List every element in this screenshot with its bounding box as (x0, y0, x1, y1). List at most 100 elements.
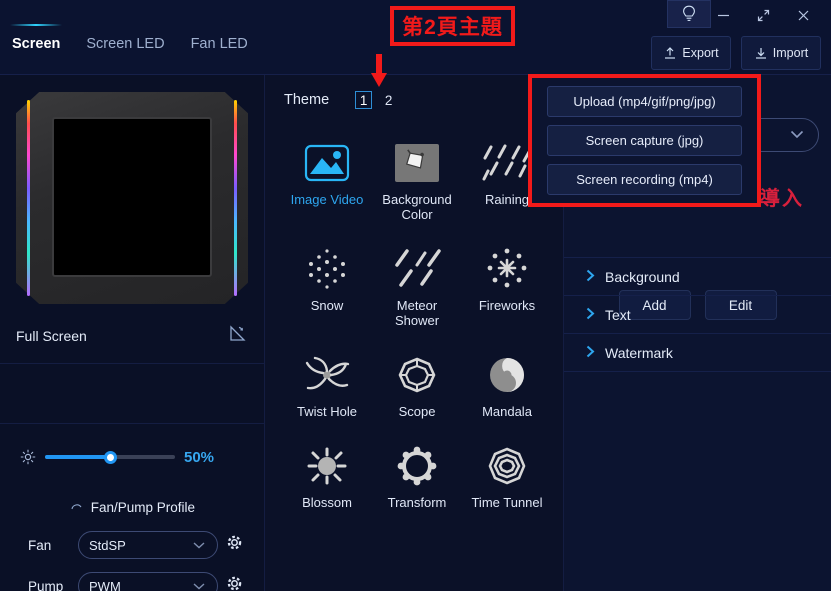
transform-icon (389, 442, 445, 490)
theme-item-background-color[interactable]: Background Color (372, 139, 462, 223)
theme-label: Time Tunnel (471, 494, 543, 510)
pump-settings-gear-icon[interactable] (226, 575, 243, 591)
brightness-slider-fill (45, 455, 110, 459)
rotate-icon[interactable] (228, 324, 248, 349)
brightness-slider-row: 50% (20, 443, 245, 471)
upload-button[interactable]: Upload (mp4/gif/png/jpg) (547, 86, 742, 117)
import-label: Import (772, 46, 809, 60)
tab-screen[interactable]: Screen (10, 24, 63, 56)
theme-item-transform[interactable]: Transform (372, 442, 462, 511)
section-label: Text (605, 306, 631, 323)
fan-profile-row: Fan StdSP (28, 530, 253, 560)
theme-item-twist-hole[interactable]: Twist Hole (282, 351, 372, 420)
meteor-shower-icon (389, 245, 445, 293)
section-label: Watermark (605, 344, 673, 361)
fullscreen-row: Full Screen (16, 323, 248, 349)
fullscreen-label: Full Screen (16, 328, 87, 344)
tab-screen-led[interactable]: Screen LED (84, 34, 166, 56)
import-icon (755, 48, 766, 59)
theme-label: Mandala (482, 403, 532, 419)
import-button[interactable]: Import (741, 36, 821, 70)
tab-screen-led-label: Screen LED (86, 36, 165, 52)
fan-pump-profile-title: Fan/Pump Profile (0, 500, 265, 515)
chevron-right-icon (586, 307, 595, 323)
image-video-icon (299, 139, 355, 187)
twist-hole-icon (299, 351, 355, 399)
fan-profile-dropdown[interactable]: StdSP (78, 531, 218, 559)
section-text[interactable]: Text (564, 295, 831, 333)
theme-grid: Image Video Background Color Raining Sno… (282, 139, 552, 511)
annotation-arrow-icon (371, 54, 387, 87)
minimize-button[interactable] (703, 0, 743, 30)
theme-item-image-video[interactable]: Image Video (282, 139, 372, 223)
theme-label: Raining (484, 192, 530, 207)
theme-label: Fireworks (478, 297, 536, 313)
theme-label: Twist Hole (297, 403, 357, 419)
chevron-down-icon (790, 126, 804, 144)
fan-label: Fan (28, 537, 52, 553)
theme-item-blossom[interactable]: Blossom (282, 442, 372, 511)
pump-profile-row: Pump PWM (28, 571, 253, 591)
theme-item-mandala[interactable]: Mandala (462, 351, 552, 420)
theme-label: Image Video (290, 192, 364, 207)
device-screen-area[interactable] (52, 117, 212, 277)
main-tabs: Screen Screen LED Fan LED (10, 24, 250, 56)
screen-recording-label: Screen recording (mp4) (576, 172, 713, 187)
screen-capture-label: Screen capture (jpg) (585, 133, 704, 148)
title-bar: Screen Screen LED Fan LED Export Import (0, 0, 831, 75)
io-button-group: Export Import (651, 36, 821, 70)
theme-item-fireworks[interactable]: Fireworks (462, 245, 552, 329)
screen-capture-button[interactable]: Screen capture (jpg) (547, 125, 742, 156)
screen-recording-button[interactable]: Screen recording (mp4) (547, 164, 742, 195)
raining-icon (479, 139, 535, 187)
window-controls (703, 0, 823, 30)
annotation-import-text: 導入 (760, 188, 804, 210)
theme-item-snow[interactable]: Snow (282, 245, 372, 329)
brightness-slider[interactable] (45, 450, 175, 464)
theme-label: Blossom (302, 494, 352, 510)
device-preview[interactable] (16, 92, 248, 304)
page-1-button[interactable]: 1 (355, 91, 373, 109)
media-source-popup: Upload (mp4/gif/png/jpg) Screen capture … (532, 78, 757, 203)
minimize-icon (717, 14, 729, 16)
section-watermark[interactable]: Watermark (564, 333, 831, 371)
theme-label: Meteor Shower (394, 297, 440, 328)
tab-fan-led-label: Fan LED (190, 36, 248, 52)
theme-label: Transform (387, 494, 447, 510)
brightness-slider-knob[interactable] (103, 450, 117, 464)
close-button[interactable] (783, 0, 823, 30)
chevron-down-icon (193, 579, 205, 591)
paint-bucket-icon (389, 139, 445, 187)
tab-screen-label: Screen (12, 36, 61, 52)
export-button[interactable]: Export (651, 36, 731, 70)
export-label: Export (682, 46, 719, 60)
brightness-icon (20, 449, 36, 465)
divider-1 (0, 363, 265, 364)
upload-label: Upload (mp4/gif/png/jpg) (573, 94, 716, 109)
theme-item-time-tunnel[interactable]: Time Tunnel (462, 442, 552, 511)
pump-profile-dropdown[interactable]: PWM (78, 572, 218, 591)
page-2-button[interactable]: 2 (380, 91, 397, 109)
fan-settings-gear-icon[interactable] (226, 534, 243, 556)
section-label: Background (605, 268, 680, 285)
rgb-strip-left-icon (27, 100, 30, 296)
theme-title: Theme (284, 92, 330, 108)
snow-icon (299, 245, 355, 293)
section-background[interactable]: Background (564, 257, 831, 295)
theme-panel: Theme 1 2 Image Video Background Color R… (265, 75, 564, 591)
theme-item-scope[interactable]: Scope (372, 351, 462, 420)
theme-header: Theme 1 2 (284, 91, 397, 109)
maximize-button[interactable] (743, 0, 783, 30)
brightness-value: 50% (184, 448, 215, 466)
chevron-right-icon (586, 345, 595, 361)
scope-icon (389, 351, 445, 399)
mandala-icon (479, 351, 535, 399)
pump-profile-value: PWM (89, 578, 121, 591)
theme-item-meteor-shower[interactable]: Meteor Shower (372, 245, 462, 329)
chevron-down-icon (193, 538, 205, 553)
theme-label: Scope (398, 403, 436, 419)
tab-fan-led[interactable]: Fan LED (189, 34, 250, 56)
lightbulb-icon (683, 5, 695, 21)
time-tunnel-icon (479, 442, 535, 490)
fan-profile-value: StdSP (89, 537, 126, 553)
